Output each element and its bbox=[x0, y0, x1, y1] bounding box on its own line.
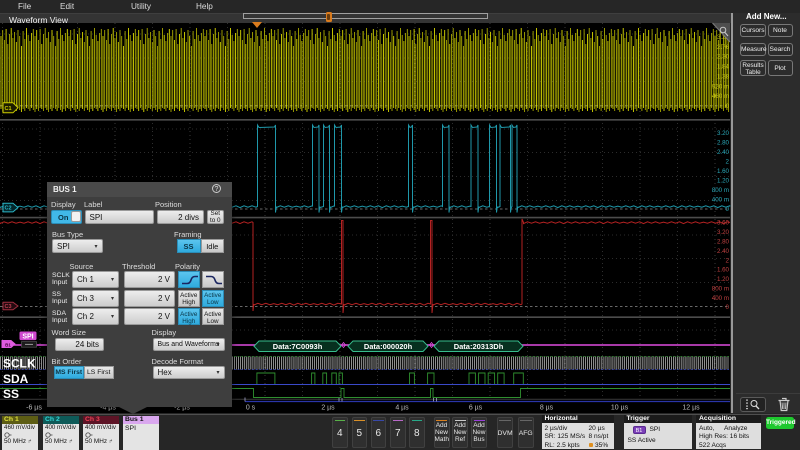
svg-text:1.20: 1.20 bbox=[717, 276, 730, 283]
svg-text:Data:7C0093h: Data:7C0093h bbox=[273, 342, 323, 351]
svg-text:4 µs: 4 µs bbox=[395, 405, 409, 412]
svg-text:0: 0 bbox=[726, 304, 730, 311]
svg-text:2: 2 bbox=[726, 257, 730, 264]
svg-text:SCLK: SCLK bbox=[3, 357, 36, 371]
svg-text:SDA: SDA bbox=[3, 372, 29, 386]
svg-text:2.40: 2.40 bbox=[717, 248, 730, 255]
svg-text:-6 µs: -6 µs bbox=[26, 405, 42, 412]
svg-text:2.30: 2.30 bbox=[717, 54, 730, 61]
svg-text:3.20: 3.20 bbox=[717, 130, 730, 137]
svg-text:0: 0 bbox=[726, 103, 730, 110]
svg-text:C3: C3 bbox=[4, 304, 11, 310]
svg-text:800 m: 800 m bbox=[712, 187, 729, 194]
svg-text:0 s: 0 s bbox=[246, 405, 256, 412]
svg-text:SPI: SPI bbox=[22, 333, 33, 340]
svg-text:2: 2 bbox=[726, 159, 730, 166]
svg-text:Data:000020h: Data:000020h bbox=[364, 342, 413, 351]
svg-text:12 µs: 12 µs bbox=[682, 405, 700, 412]
svg-text:920 m: 920 m bbox=[712, 84, 729, 91]
svg-text:2.80: 2.80 bbox=[717, 239, 730, 246]
svg-text:B1: B1 bbox=[5, 343, 11, 348]
svg-text:400 m: 400 m bbox=[712, 197, 729, 204]
svg-text:2.76: 2.76 bbox=[717, 44, 730, 51]
svg-text:C2: C2 bbox=[4, 206, 11, 212]
svg-text:2 µs: 2 µs bbox=[321, 405, 335, 412]
svg-text:460 m: 460 m bbox=[712, 93, 729, 100]
svg-text:1.20: 1.20 bbox=[717, 178, 730, 185]
svg-text:8 µs: 8 µs bbox=[540, 405, 554, 412]
svg-text:400 m: 400 m bbox=[712, 295, 729, 302]
svg-text:SS: SS bbox=[3, 387, 19, 401]
svg-text:1.38: 1.38 bbox=[717, 74, 730, 81]
svg-text:1.60: 1.60 bbox=[717, 267, 730, 274]
svg-text:1.84: 1.84 bbox=[717, 64, 730, 71]
svg-text:C1: C1 bbox=[4, 106, 11, 112]
svg-text:10 µs: 10 µs bbox=[611, 405, 629, 412]
svg-text:800 m: 800 m bbox=[712, 286, 729, 293]
svg-text:2.80: 2.80 bbox=[717, 140, 730, 147]
svg-text:Data:20313Dh: Data:20313Dh bbox=[454, 342, 504, 351]
svg-text:3.60: 3.60 bbox=[717, 220, 730, 227]
svg-text:3.20: 3.20 bbox=[717, 229, 730, 236]
svg-text:2.40: 2.40 bbox=[717, 149, 730, 156]
svg-text:0: 0 bbox=[726, 206, 730, 213]
svg-text:6 µs: 6 µs bbox=[469, 405, 483, 412]
svg-text:1.60: 1.60 bbox=[717, 168, 730, 175]
